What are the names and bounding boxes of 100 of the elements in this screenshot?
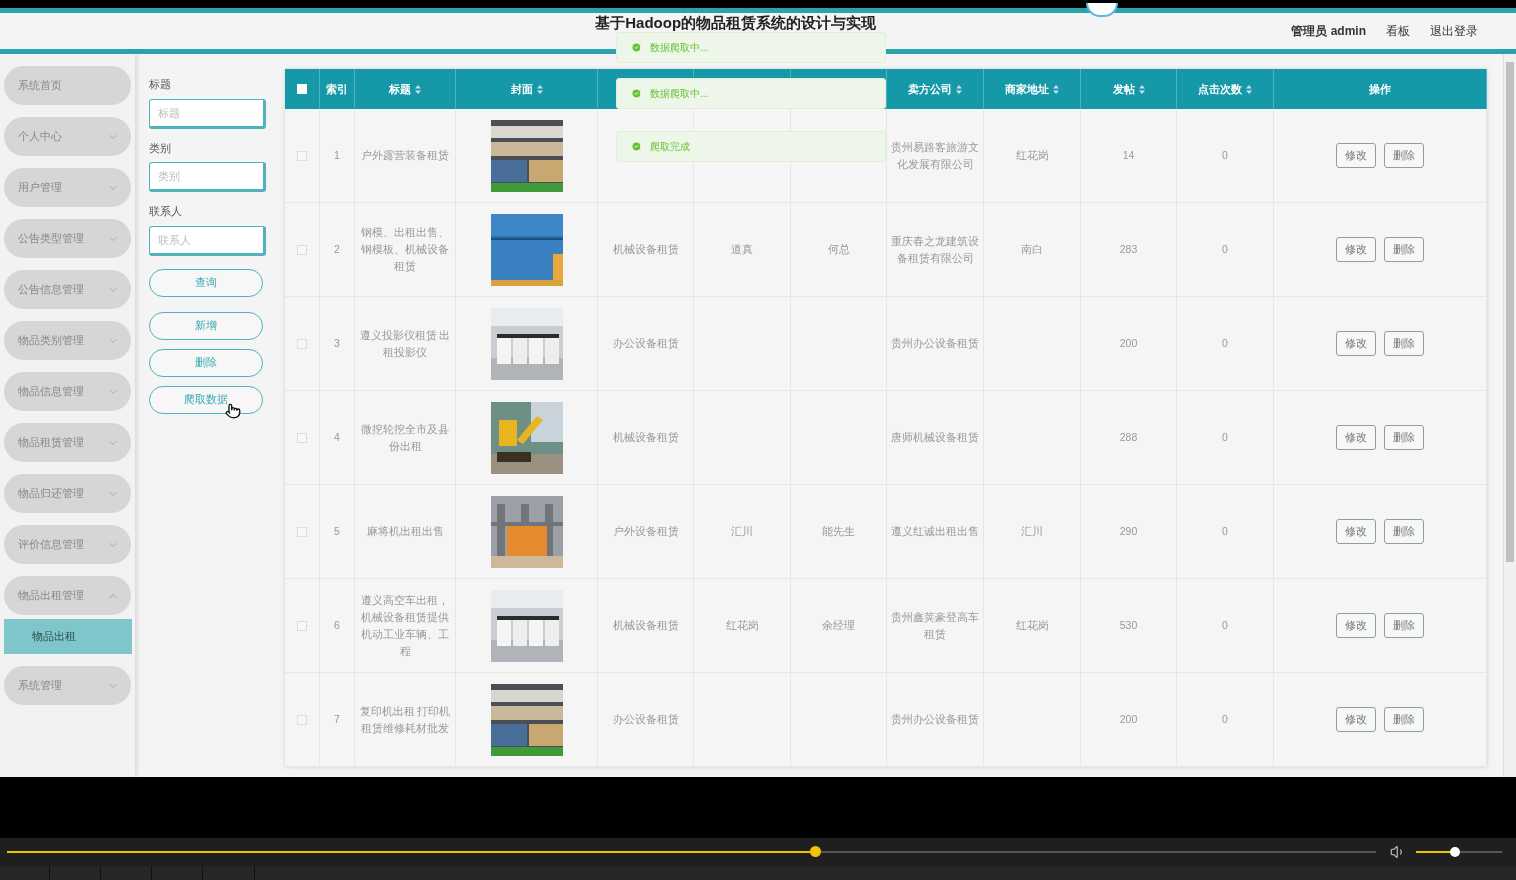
header-link[interactable]: 看板 (1386, 22, 1410, 40)
volume-track[interactable] (1416, 846, 1502, 858)
action-button[interactable]: 删除 (149, 348, 263, 377)
row-action-button[interactable]: 修改 (1336, 519, 1376, 544)
sidebar-item[interactable]: 物品归还管理 (4, 474, 131, 513)
column-header[interactable]: 卖方公司 (887, 69, 984, 109)
checkbox[interactable] (297, 714, 307, 725)
row-action-button[interactable]: 修改 (1336, 237, 1376, 262)
success-icon (631, 42, 642, 53)
checkbox[interactable] (297, 244, 307, 255)
table-cell-text: 1 (334, 148, 340, 163)
table-cell-text: 5 (334, 524, 340, 539)
checkbox[interactable] (297, 526, 307, 537)
sidebar-item[interactable]: 物品出租管理 (4, 576, 131, 615)
table-cell-text: 283 (1119, 242, 1138, 257)
sidebar-item[interactable]: 物品信息管理 (4, 372, 131, 411)
action-button[interactable]: 新增 (149, 311, 263, 340)
table-cell-text: 微挖轮挖全市及县份出租 (360, 421, 450, 454)
sidebar-subitem[interactable]: 物品出租 (4, 619, 132, 654)
table-cell-text: 200 (1119, 336, 1138, 351)
table-cell-text: 办公设备租赁 (612, 712, 679, 727)
table-cell-text: 6 (334, 618, 340, 633)
sort-icon (536, 84, 543, 94)
table-cell-text: 遵义高空车出租，机械设备租赁提供机动工业车辆、工程 (360, 592, 450, 659)
table-cell-text: 290 (1119, 524, 1138, 539)
toast-text: 数据爬取中... (650, 41, 709, 55)
row-action-button[interactable]: 修改 (1336, 613, 1376, 638)
sidebar-item[interactable]: 个人中心 (4, 117, 131, 156)
table-cell-text: 288 (1119, 430, 1138, 445)
sidebar-item[interactable]: 物品类别管理 (4, 321, 131, 360)
column-header[interactable]: 商家地址 (984, 69, 1081, 109)
table-cell-text: 何总 (827, 242, 850, 257)
field-label: 联系人 (149, 204, 183, 219)
sidebar-item[interactable]: 物品租赁管理 (4, 423, 131, 462)
table-cell-text: 0 (1222, 430, 1228, 445)
sidebar-item[interactable]: 系统首页 (4, 66, 131, 105)
table-cell-text: 遵义投影仪租赁 出租投影仪 (358, 327, 452, 360)
action-button[interactable]: 爬取数据 (149, 385, 263, 414)
row-action-button[interactable]: 删除 (1384, 425, 1424, 450)
column-header[interactable]: 标题 (355, 69, 456, 109)
sidebar-item[interactable]: 用户管理 (4, 168, 131, 207)
table-cell-text: 贵州鑫荚豪登高车租赁 (891, 609, 979, 642)
field-label: 类别 (149, 140, 172, 156)
search-field[interactable]: 标题 (149, 98, 266, 129)
table-cell-text: 0 (1222, 242, 1228, 257)
sidebar-item[interactable]: 系统管理 (4, 666, 131, 705)
sidebar-item[interactable]: 公告信息管理 (4, 270, 131, 309)
toast-text: 爬取完成 (650, 140, 690, 154)
search-field[interactable]: 联系人 (149, 225, 266, 256)
table-cell-text: 户外露营装备租赁 (361, 148, 449, 163)
row-action-button[interactable]: 删除 (1384, 331, 1424, 356)
column-header[interactable]: 索引 (320, 69, 355, 109)
sidebar-item[interactable]: 公告类型管理 (4, 219, 131, 258)
user-label: 管理员 admin (1291, 23, 1366, 40)
progress-track[interactable] (7, 846, 1377, 858)
row-action-button[interactable]: 删除 (1384, 519, 1424, 544)
table-cell-text: 钢模、出租出售、钢模板、机械设备租赁 (360, 225, 450, 274)
table-cell-text: 能先生 (822, 524, 855, 539)
sidebar-item[interactable]: 评价信息管理 (4, 525, 131, 564)
header-link[interactable]: 退出登录 (1430, 22, 1478, 40)
table-cell-text: 汇川 (1021, 524, 1043, 539)
column-header[interactable]: 点击次数 (1177, 69, 1274, 109)
table-cell-text: 贵州办公设备租赁 (891, 712, 979, 727)
row-action-button[interactable]: 修改 (1336, 331, 1376, 356)
table-cell-text: 南白 (1021, 242, 1043, 257)
table-cell-text: 办公设备租赁 (612, 336, 679, 351)
row-action-button[interactable]: 修改 (1336, 707, 1376, 732)
table-cell-text: 0 (1222, 148, 1228, 163)
checkbox[interactable] (297, 150, 307, 161)
action-button[interactable]: 查询 (149, 268, 263, 297)
row-action-button[interactable]: 修改 (1336, 143, 1376, 168)
column-header[interactable]: 发帖 (1081, 69, 1177, 109)
sort-icon (415, 84, 421, 94)
checkbox[interactable] (297, 338, 307, 349)
row-action-button[interactable]: 删除 (1384, 707, 1424, 732)
sort-icon (1138, 84, 1145, 94)
window-title: 基于Hadoop的物品租赁系统的设计与实现 (595, 14, 877, 31)
row-action-button[interactable]: 删除 (1384, 237, 1424, 262)
table-cell-text: 0 (1222, 712, 1228, 727)
table-cell-text: 贵州易路客旅游文化发展有限公司 (891, 139, 979, 172)
row-action-button[interactable]: 删除 (1384, 143, 1424, 168)
table-cell-text: 麻将机出租出售 (366, 524, 444, 539)
table-cell-text: 0 (1222, 336, 1228, 351)
table-cell-text: 复印机出租 打印机租赁维修耗材批发 (358, 703, 452, 736)
progress-thumb[interactable] (809, 846, 821, 857)
checkbox[interactable] (297, 620, 307, 631)
table-cell-text: 200 (1119, 712, 1138, 727)
table-cell-text: 3 (334, 336, 340, 351)
search-field[interactable]: 类别 (149, 162, 266, 192)
success-icon (631, 88, 642, 99)
volume-thumb[interactable] (1449, 847, 1460, 857)
column-header[interactable]: 操作 (1274, 69, 1487, 109)
table-cell-text: 机械设备租赁 (612, 618, 679, 633)
column-header[interactable]: 封面 (456, 69, 598, 109)
row-action-button[interactable]: 修改 (1336, 425, 1376, 450)
sort-icon (956, 84, 962, 94)
toast-text: 数据爬取中... (650, 87, 709, 101)
checkbox[interactable] (297, 432, 307, 443)
row-action-button[interactable]: 删除 (1384, 613, 1424, 638)
table-cell-text: 红花岗 (725, 618, 759, 633)
